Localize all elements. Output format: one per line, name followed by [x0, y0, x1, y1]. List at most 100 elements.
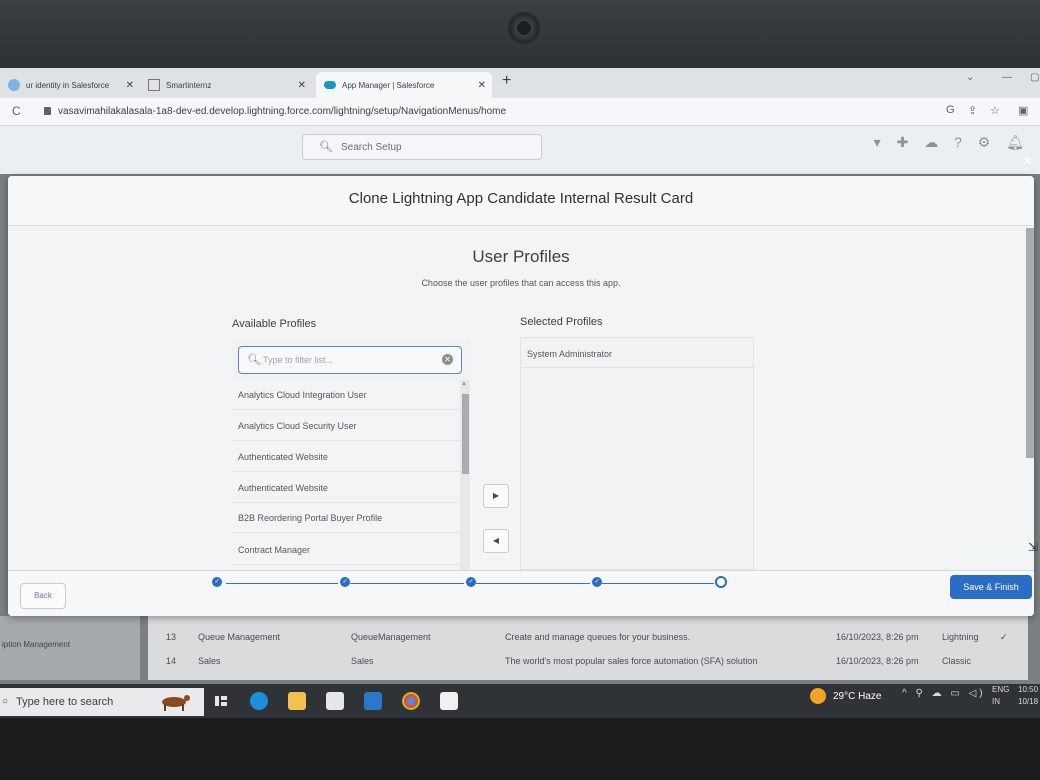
row-dev-name: Sales — [351, 656, 374, 666]
search-setup-placeholder: Search Setup — [341, 142, 402, 153]
system-tray-icons[interactable]: ^ ⚲ ☁ ▭ ◁) — [902, 688, 986, 699]
progress-segment — [226, 583, 338, 584]
tab-label: App Manager | Salesforce — [342, 80, 435, 90]
language-code: ENG — [992, 685, 1010, 694]
url-text[interactable]: vasavimahilakalasala-1a8-dev-ed.develop.… — [58, 106, 506, 117]
filter-field: 🔍︎ ✕ — [238, 346, 462, 374]
close-tab-icon[interactable]: ✕ — [298, 80, 306, 91]
save-and-finish-button[interactable]: Save & Finish — [950, 575, 1032, 599]
smartinternz-favicon-icon — [148, 79, 160, 91]
maximize-icon[interactable]: ▢ — [1030, 72, 1039, 83]
cow-search-highlight-icon — [152, 690, 196, 712]
clock-time: 10:50 — [1018, 685, 1039, 694]
available-profiles-label: Available Profiles — [232, 318, 317, 330]
chrome-icon[interactable] — [402, 692, 420, 710]
file-explorer-icon[interactable] — [288, 692, 306, 710]
weather-sun-icon — [810, 688, 826, 704]
mouse-cursor-icon: ⇲ — [1028, 540, 1039, 554]
reload-icon[interactable]: C — [12, 104, 21, 118]
minimize-icon[interactable]: — — [1002, 72, 1012, 83]
list-item[interactable]: Contract Manager — [232, 535, 460, 565]
list-item[interactable]: Authenticated Website — [232, 473, 460, 503]
modal-scrollbar[interactable] — [1026, 228, 1034, 458]
row-number: 14 — [166, 656, 177, 666]
close-tab-icon[interactable]: ✕ — [478, 80, 486, 91]
list-item[interactable]: B2B Reordering Portal Buyer Profile — [232, 503, 460, 533]
browser-tab-app-manager[interactable]: App Manager | Salesforce ✕ — [316, 72, 492, 98]
browser-tab-smartinternz[interactable]: Smartinternz ✕ — [140, 72, 312, 98]
list-item[interactable]: System Administrator — [521, 338, 753, 368]
clock[interactable]: 10:50 10/18 — [1018, 684, 1038, 708]
lock-icon[interactable] — [44, 107, 51, 115]
list-item[interactable]: Analytics Cloud Security User — [232, 411, 460, 441]
row-app-name: Sales — [198, 656, 221, 666]
share-icon[interactable]: ⇪ — [968, 104, 977, 117]
modal-title: Clone Lightning App Candidate Internal R… — [348, 190, 694, 207]
taskbar-search-text: Type here to search — [16, 696, 114, 708]
list-scrollbar[interactable]: ▲ — [460, 380, 470, 570]
progress-step-complete: ✓ — [340, 577, 350, 587]
list-item[interactable]: Analytics Cloud Integration User — [232, 380, 460, 410]
progress-step-complete: ✓ — [212, 577, 222, 587]
salesforce-cloud-icon — [324, 81, 336, 89]
checkmark-icon: ✓ — [1000, 632, 1008, 642]
language-indicator[interactable]: ENG IN — [992, 684, 1009, 708]
bookmark-star-icon[interactable]: ☆ — [990, 104, 1000, 117]
row-description: Create and manage queues for your busine… — [505, 632, 691, 642]
add-profile-button[interactable]: ▶ — [483, 484, 509, 508]
sidebar-icon[interactable]: ▣ — [1018, 104, 1028, 117]
progress-step-current — [715, 576, 727, 588]
row-description: The world's most popular sales force aut… — [505, 656, 758, 666]
section-title: User Profiles — [472, 247, 570, 266]
progress-segment — [350, 583, 464, 584]
nav-item-label: iption Management — [2, 640, 71, 649]
row-modified: 16/10/2023, 8:26 pm — [836, 656, 919, 666]
clear-icon[interactable]: ✕ — [442, 354, 453, 365]
row-type: Lightning — [942, 632, 979, 642]
back-button[interactable]: Back — [20, 583, 66, 609]
task-view-icon[interactable] — [212, 692, 230, 710]
browser-tab-identity[interactable]: ur identity in Salesforce ✕ — [0, 72, 140, 98]
salesforce-header: 🔍︎ Search Setup ▾ ✚ ☁ ? ⚙ 🔔︎ ✕ — [0, 126, 1040, 174]
row-number: 13 — [166, 632, 177, 642]
progress-segment — [602, 583, 714, 584]
close-tab-icon[interactable]: ✕ — [126, 80, 134, 91]
row-dev-name: QueueManagement — [351, 632, 431, 642]
remove-profile-button[interactable]: ◀ — [483, 529, 509, 553]
row-modified: 16/10/2023, 8:26 pm — [836, 632, 919, 642]
selected-profiles-box: System Administrator — [520, 337, 754, 570]
tab-search-icon[interactable]: ⌄ — [966, 72, 974, 83]
row-type: Classic — [942, 656, 972, 666]
search-icon: 🔍︎ — [247, 354, 261, 366]
windows-taskbar: ○ Type here to search 29°C Haze ^ ⚲ ☁ ▭ … — [0, 684, 1040, 720]
mail-icon[interactable] — [364, 692, 382, 710]
laptop-bezel-top — [0, 0, 1040, 68]
close-modal-icon[interactable]: ✕ — [1022, 154, 1032, 168]
clone-app-modal: Clone Lightning App Candidate Internal R… — [8, 176, 1034, 616]
search-icon: ○ — [2, 696, 9, 707]
available-profiles-box: 🔍︎ ✕ Analytics Cloud Integration User An… — [232, 338, 470, 570]
scroll-up-icon[interactable]: ▲ — [461, 381, 467, 387]
row-app-name: Queue Management — [198, 632, 281, 642]
google-icon[interactable]: G — [946, 104, 955, 116]
filter-input[interactable] — [263, 352, 433, 368]
tab-label: Smartinternz — [166, 80, 212, 90]
progress-segment — [476, 583, 590, 584]
weather-text[interactable]: 29°C Haze — [833, 691, 881, 702]
modal-header: Clone Lightning App Candidate Internal R… — [8, 176, 1034, 226]
section-subtitle: Choose the user profiles that can access… — [421, 278, 621, 288]
scroll-thumb[interactable] — [462, 394, 469, 474]
laptop-bezel-bottom — [0, 718, 1040, 780]
progress-step-complete: ✓ — [592, 577, 602, 587]
search-setup-input[interactable]: 🔍︎ Search Setup — [302, 134, 542, 160]
webcam-icon — [508, 12, 540, 44]
document-app-icon[interactable] — [440, 692, 458, 710]
table-row: 13 Queue Management QueueManagement Crea… — [148, 626, 1028, 648]
header-utility-icons[interactable]: ▾ ✚ ☁ ? ⚙ 🔔︎ — [874, 134, 1030, 151]
progress-step-complete: ✓ — [466, 577, 476, 587]
edge-browser-icon[interactable] — [250, 692, 268, 710]
search-icon: 🔍︎ — [319, 141, 333, 153]
list-item[interactable]: Authenticated Website — [232, 442, 460, 472]
new-tab-button[interactable]: + — [502, 72, 511, 90]
store-icon[interactable] — [326, 692, 344, 710]
